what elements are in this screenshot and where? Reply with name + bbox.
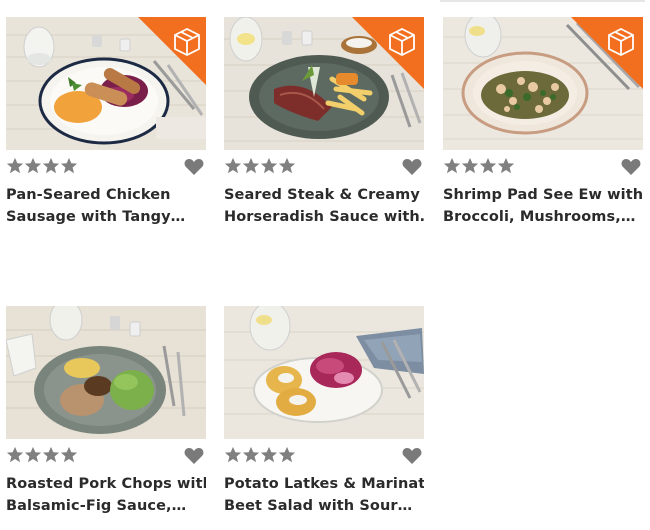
recipe-photo[interactable] [6,17,206,150]
star-icon [6,157,24,174]
recipe-title-line: Sausage with Tangy… [6,209,186,225]
recipe-title[interactable]: Seared Steak & Creamy Horseradish Sauce … [224,184,424,228]
star-icon [479,157,497,174]
recipe-title-line: Seared Steak & Creamy [224,187,420,203]
recipe-title[interactable]: Pan-Seared Chicken Sausage with Tangy… [6,184,206,228]
star-icon [278,157,296,174]
recipe-card[interactable]: Pan-Seared Chicken Sausage with Tangy… [6,17,206,232]
recipe-title-line: Balsamic-Fig Sauce,… [6,498,187,514]
rating-row [443,157,643,177]
star-icon [242,157,260,174]
heart-icon[interactable] [184,447,204,465]
star-icon [461,157,479,174]
star-icon [24,446,42,463]
star-icon [224,157,242,174]
recipe-title-line: Horseradish Sauce with… [224,209,424,225]
star-icon [278,446,296,463]
recipe-photo[interactable] [224,306,424,439]
star-icon [260,157,278,174]
star-icon [24,157,42,174]
star-rating[interactable] [443,157,515,177]
star-icon [224,446,242,463]
recipe-title-line: Potato Latkes & Marinated [224,476,424,492]
rating-row [224,446,424,466]
star-icon [260,446,278,463]
recipe-photo[interactable] [6,306,206,439]
heart-icon[interactable] [184,158,204,176]
star-icon [6,446,24,463]
recipe-card[interactable]: Seared Steak & Creamy Horseradish Sauce … [224,17,424,232]
star-icon [42,157,60,174]
recipe-title[interactable]: Shrimp Pad See Ew with Broccoli, Mushroo… [443,184,643,228]
heart-icon[interactable] [402,447,422,465]
star-icon [42,446,60,463]
top-divider [440,0,645,2]
star-icon [60,157,78,174]
star-rating[interactable] [6,157,78,177]
star-icon [443,157,461,174]
recipe-card[interactable]: Potato Latkes & Marinated Beet Salad wit… [224,306,424,521]
rating-row [6,157,206,177]
star-rating[interactable] [6,446,78,466]
heart-icon[interactable] [621,158,641,176]
recipe-title-line: Shrimp Pad See Ew with [443,187,643,203]
star-icon [497,157,515,174]
star-rating[interactable] [224,446,296,466]
recipe-title-line: Beet Salad with Sour… [224,498,413,514]
rating-row [6,446,206,466]
recipe-photo[interactable] [443,17,643,150]
recipe-title-line: Roasted Pork Chops with [6,476,206,492]
recipe-photo[interactable] [224,17,424,150]
heart-icon[interactable] [402,158,422,176]
recipe-title-line: Broccoli, Mushrooms,… [443,209,636,225]
recipe-title[interactable]: Roasted Pork Chops with Balsamic-Fig Sau… [6,473,206,517]
rating-row [224,157,424,177]
star-rating[interactable] [224,157,296,177]
recipe-title[interactable]: Potato Latkes & Marinated Beet Salad wit… [224,473,424,517]
star-icon [60,446,78,463]
recipe-card[interactable]: Roasted Pork Chops with Balsamic-Fig Sau… [6,306,206,521]
recipe-card[interactable]: Shrimp Pad See Ew with Broccoli, Mushroo… [443,17,643,232]
star-icon [242,446,260,463]
recipe-title-line: Pan-Seared Chicken [6,187,171,203]
